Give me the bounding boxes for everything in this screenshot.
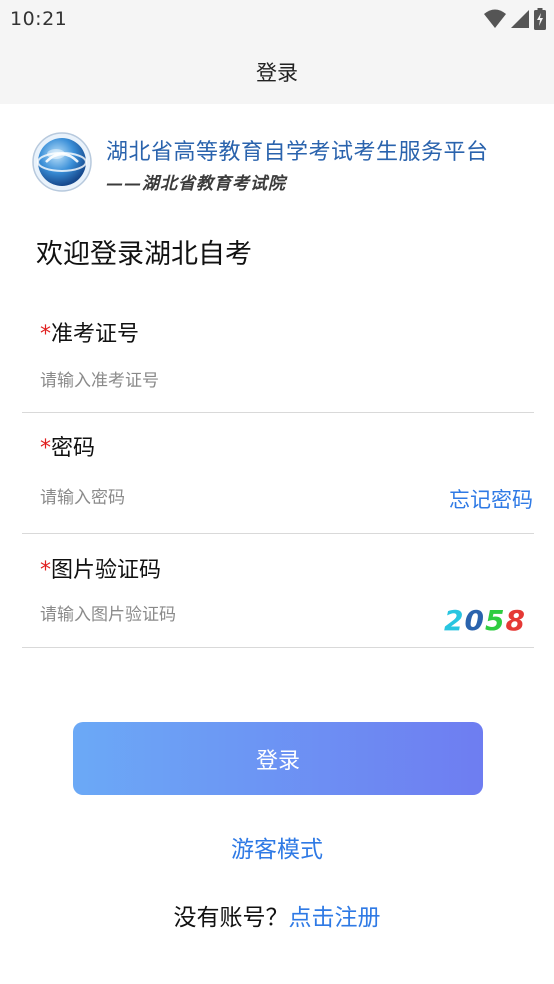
logo-subtitle: ——湖北省教育考试院 <box>106 174 286 194</box>
battery-icon <box>534 8 546 30</box>
status-bar: 10:21 <box>0 0 554 40</box>
captcha-field: *图片验证码 2058 <box>22 550 534 648</box>
password-input[interactable] <box>40 481 420 515</box>
wifi-icon <box>484 9 506 28</box>
status-time: 10:21 <box>10 8 68 30</box>
field-divider <box>22 647 534 648</box>
forgot-password-link[interactable]: 忘记密码 <box>449 484 533 514</box>
exam-number-field: *准考证号 <box>22 312 534 413</box>
required-mark: * <box>40 436 51 461</box>
globe-logo-icon <box>32 132 92 192</box>
captcha-label-text: 图片验证码 <box>51 558 162 583</box>
logo-title: 湖北省高等教育自学考试考生服务平台 <box>106 140 489 165</box>
register-row: 没有账号？点击注册 <box>0 898 554 932</box>
captcha-digit: 8 <box>505 603 526 637</box>
welcome-heading: 欢迎登录湖北自考 <box>36 239 252 270</box>
field-divider <box>22 412 534 413</box>
signal-icon <box>511 10 529 28</box>
app-bar: 登录 <box>0 40 554 104</box>
register-question: 没有账号？ <box>173 905 289 931</box>
password-label: *密码 <box>40 430 95 462</box>
captcha-digit: 5 <box>485 603 506 637</box>
logo-banner: 湖北省高等教育自学考试考生服务平台 ——湖北省教育考试院 <box>32 130 522 196</box>
login-button[interactable]: 登录 <box>73 722 483 795</box>
required-mark: * <box>40 322 51 347</box>
guest-mode-link[interactable]: 游客模式 <box>0 830 554 864</box>
password-field: *密码 忘记密码 <box>22 428 534 534</box>
captcha-digit: 2 <box>444 603 465 637</box>
captcha-label: *图片验证码 <box>40 552 161 584</box>
status-icons <box>484 7 546 31</box>
captcha-input[interactable] <box>40 598 420 632</box>
exam-number-input[interactable] <box>40 364 420 398</box>
exam-number-label: *准考证号 <box>40 316 139 348</box>
register-link[interactable]: 点击注册 <box>289 905 381 931</box>
password-label-text: 密码 <box>51 436 96 461</box>
captcha-image[interactable]: 2058 <box>444 600 526 640</box>
required-mark: * <box>40 558 51 583</box>
field-divider <box>22 533 534 534</box>
exam-number-label-text: 准考证号 <box>51 322 140 347</box>
captcha-digit: 0 <box>464 603 485 637</box>
page-title: 登录 <box>256 61 298 85</box>
